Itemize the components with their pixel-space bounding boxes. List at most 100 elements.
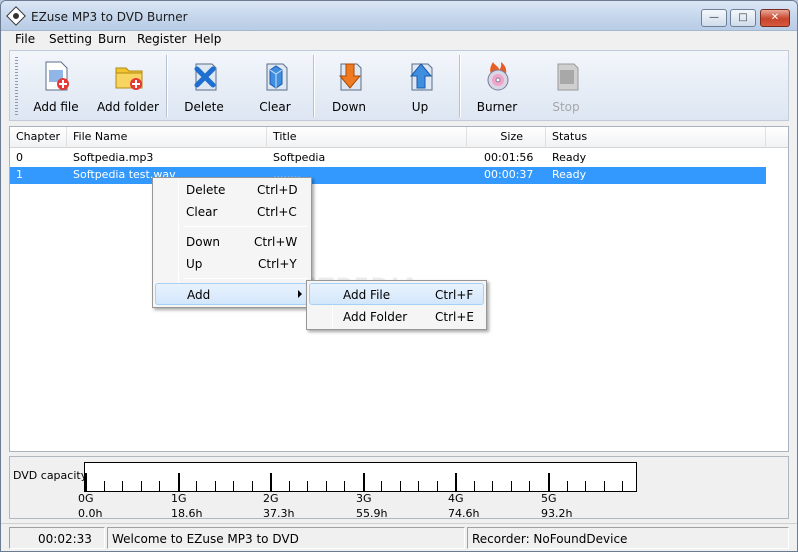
context-clear[interactable]: Clear Ctrl+C [155, 201, 309, 223]
ruler-minor-tick [511, 481, 512, 491]
context-up[interactable]: Up Ctrl+Y [155, 253, 309, 275]
status-message: Welcome to EZuse MP3 to DVD [107, 527, 465, 549]
context-up-shortcut: Ctrl+Y [258, 257, 297, 271]
cell-title: Softpedia [273, 151, 326, 164]
list-header: Chapter File Name Title Size Status [10, 127, 788, 148]
delete-button[interactable]: Delete [170, 54, 238, 118]
ruler-major-tick [178, 473, 180, 491]
close-button[interactable]: ✕ [760, 9, 790, 27]
context-add[interactable]: Add [155, 283, 309, 305]
stop-label: Stop [552, 100, 580, 114]
add-file-button[interactable]: Add file [22, 54, 90, 118]
ruler-minor-tick [104, 481, 105, 491]
ruler-minor-tick [381, 481, 382, 491]
capacity-gb-label: 4G [448, 492, 464, 505]
cell-size: 00:00:37 [484, 168, 534, 181]
menu-bar: File Setting Burn Register Help [1, 31, 797, 48]
status-time: 00:02:33 [9, 527, 105, 549]
add-folder-button[interactable]: Add folder [94, 54, 162, 118]
up-button[interactable]: Up [386, 54, 454, 118]
col-title[interactable]: Title [267, 127, 467, 148]
table-row[interactable]: 1 Softpedia test.wav ........ 00:00:37 R… [10, 167, 766, 184]
table-row[interactable]: 0 Softpedia.mp3 Softpedia 00:01:56 Ready [10, 150, 766, 167]
capacity-gb-label: 1G [171, 492, 187, 505]
ruler-major-tick [363, 473, 365, 491]
ruler-minor-tick [326, 481, 327, 491]
stop-icon [557, 63, 579, 91]
submenu-add-folder[interactable]: Add Folder Ctrl+E [309, 306, 484, 328]
capacity-hours-label: 55.9h [356, 507, 388, 520]
dvd-capacity-label: DVD capacity: [13, 469, 91, 482]
cell-chapter: 1 [16, 168, 23, 181]
window-title: EZuse MP3 to DVD Burner [31, 10, 188, 24]
col-file-name[interactable]: File Name [67, 127, 267, 148]
add-file-label: Add file [33, 100, 79, 114]
ruler-minor-tick [344, 481, 345, 491]
cell-size: 00:01:56 [484, 151, 534, 164]
capacity-gb-label: 0G [78, 492, 94, 505]
ruler-minor-tick [400, 481, 401, 491]
capacity-gb-label: 2G [263, 492, 279, 505]
status-bar: 00:02:33 Welcome to EZuse MP3 to DVD Rec… [1, 523, 797, 551]
cell-status: Ready [552, 168, 587, 181]
submenu-add-folder-label: Add Folder [343, 310, 408, 324]
clear-label: Clear [259, 100, 291, 114]
ruler-minor-tick [159, 481, 160, 491]
burner-disc-icon [487, 62, 509, 91]
ruler-minor-tick [567, 481, 568, 491]
toolbar-separator [166, 55, 168, 117]
ruler-major-tick [85, 473, 87, 491]
down-button[interactable]: Down [315, 54, 383, 118]
capacity-hours-label: 37.3h [263, 507, 295, 520]
menu-help[interactable]: Help [194, 32, 221, 46]
capacity-gb-label: 5G [541, 492, 557, 505]
delete-icon [194, 63, 217, 91]
col-chapter[interactable]: Chapter [10, 127, 67, 148]
minimize-button[interactable]: — [701, 9, 727, 27]
context-delete[interactable]: Delete Ctrl+D [155, 179, 309, 201]
toolbar-grip[interactable] [15, 57, 18, 115]
app-icon[interactable] [6, 6, 26, 26]
context-menu: Delete Ctrl+D Clear Ctrl+C Down Ctrl+W U… [152, 177, 312, 308]
menu-burn[interactable]: Burn [98, 32, 126, 46]
menu-setting[interactable]: Setting [49, 32, 92, 46]
maximize-button[interactable]: □ [730, 9, 756, 27]
context-delete-shortcut: Ctrl+D [257, 183, 298, 197]
ruler-minor-tick [122, 481, 123, 491]
ruler-minor-tick [289, 481, 290, 491]
ruler-minor-tick [474, 481, 475, 491]
submenu-arrow-icon [298, 290, 302, 298]
stop-button[interactable]: Stop [532, 54, 600, 118]
ruler-major-tick [548, 473, 550, 491]
ruler-minor-tick [196, 481, 197, 491]
menu-file[interactable]: File [15, 32, 35, 46]
capacity-hours-label: 93.2h [541, 507, 573, 520]
menu-register[interactable]: Register [137, 32, 186, 46]
clear-button[interactable]: Clear [241, 54, 309, 118]
dvd-capacity-panel: DVD capacity: 0G 1G 2G 3G 4G 5G 0.0h 18.… [9, 456, 789, 520]
ruler-minor-tick [437, 481, 438, 491]
ruler-minor-tick [622, 481, 623, 491]
ruler-minor-tick [141, 481, 142, 491]
add-folder-icon [115, 67, 143, 90]
context-clear-label: Clear [186, 205, 218, 219]
title-bar[interactable]: EZuse MP3 to DVD Burner — □ ✕ [1, 1, 797, 31]
submenu-add-file[interactable]: Add File Ctrl+F [309, 283, 484, 305]
main-window: EZuse MP3 to DVD Burner — □ ✕ File Setti… [0, 0, 798, 552]
up-arrow-icon [409, 63, 433, 91]
col-status[interactable]: Status [546, 127, 766, 148]
capacity-hours-label: 0.0h [78, 507, 103, 520]
cell-file-name: Softpedia.mp3 [73, 151, 154, 164]
context-down[interactable]: Down Ctrl+W [155, 231, 309, 253]
context-clear-shortcut: Ctrl+C [257, 205, 297, 219]
ruler-minor-tick [215, 481, 216, 491]
col-filler [766, 127, 788, 148]
cell-chapter: 0 [16, 151, 23, 164]
ruler-minor-tick [233, 481, 234, 491]
menu-separator [183, 226, 307, 227]
clear-icon [266, 63, 288, 91]
col-size[interactable]: Size [467, 127, 546, 148]
burner-button[interactable]: Burner [463, 54, 531, 118]
dvd-capacity-ruler [84, 462, 637, 492]
down-arrow-icon [338, 63, 362, 91]
